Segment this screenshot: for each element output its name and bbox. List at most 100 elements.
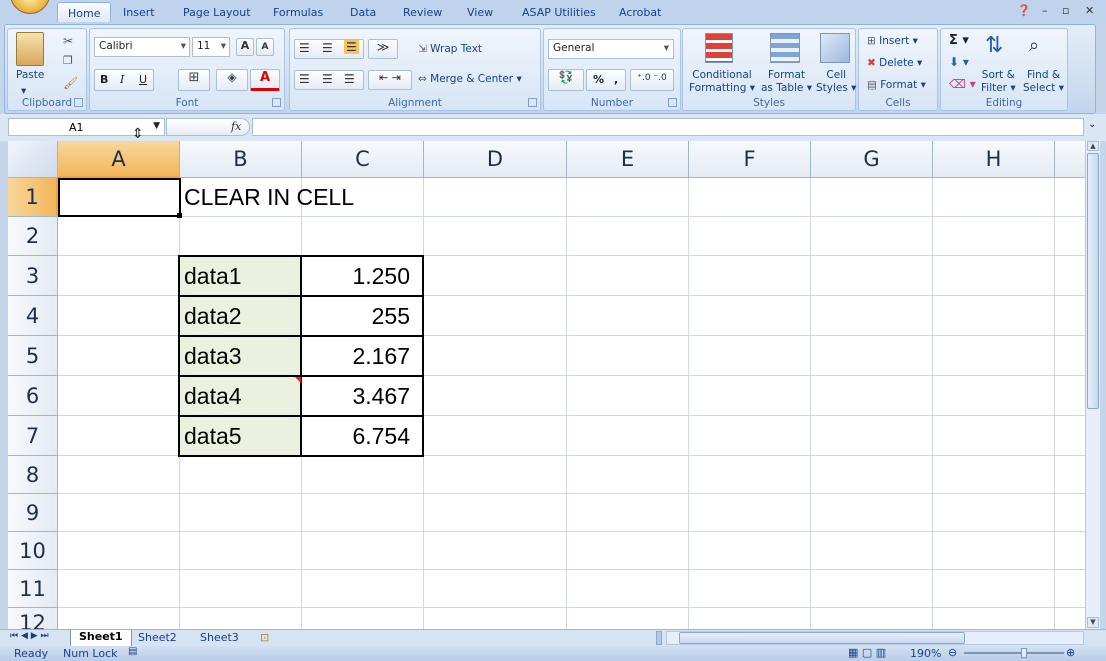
align-center-icon[interactable]: ☰ bbox=[322, 72, 333, 86]
zoom-out-icon[interactable]: ⊖ bbox=[948, 646, 957, 659]
tab-data[interactable]: Data bbox=[350, 6, 376, 19]
font-name-dropdown-icon[interactable]: ▾ bbox=[181, 40, 186, 52]
tab-view[interactable]: View bbox=[467, 6, 493, 19]
row-header-9[interactable]: 9 bbox=[8, 494, 58, 532]
autosum-icon[interactable]: Σ ▾ bbox=[949, 33, 969, 48]
zoom-in-icon[interactable]: ⊕ bbox=[1066, 646, 1075, 659]
insert-sheet-icon[interactable]: ⊡ bbox=[260, 631, 269, 644]
horizontal-scrollbar[interactable] bbox=[666, 631, 1084, 645]
tab-page-layout[interactable]: Page Layout bbox=[183, 6, 251, 19]
row-header-8[interactable]: 8 bbox=[8, 456, 58, 494]
name-box-dropdown-icon[interactable]: ▼ bbox=[153, 121, 160, 131]
row-header-10[interactable]: 10 bbox=[8, 532, 58, 570]
paste-button[interactable]: Paste bbox=[16, 69, 44, 81]
cell-b4[interactable]: data2 bbox=[178, 295, 302, 337]
find-select-button[interactable]: Find & Select ▾ bbox=[1023, 69, 1064, 95]
row-header-3[interactable]: 3 bbox=[8, 256, 58, 296]
merge-center-button[interactable]: ⇔ Merge & Center ▾ bbox=[418, 73, 522, 85]
column-header-partial[interactable] bbox=[1055, 141, 1085, 178]
sheet-tab-3[interactable]: Sheet3 bbox=[200, 631, 239, 644]
shrink-font-icon[interactable]: A bbox=[256, 38, 274, 56]
column-header-d[interactable]: D bbox=[424, 141, 567, 178]
copy-icon[interactable]: ❐ bbox=[63, 54, 73, 67]
align-bottom-icon[interactable]: ☰ bbox=[344, 40, 359, 54]
align-right-icon[interactable]: ☰ bbox=[344, 72, 355, 86]
active-cell-a1[interactable] bbox=[58, 178, 181, 217]
align-middle-icon[interactable]: ☰ bbox=[322, 41, 333, 55]
restore-icon[interactable]: ▫ bbox=[1062, 4, 1069, 17]
vertical-scroll-thumb[interactable] bbox=[1087, 153, 1099, 409]
spreadsheet-grid[interactable]: A B C D E F G H 1 2 3 4 5 6 7 8 9 10 11 … bbox=[8, 141, 1085, 629]
cell-c6[interactable]: 3.467 bbox=[300, 375, 424, 417]
cell-b6[interactable]: data4 bbox=[178, 375, 302, 417]
expand-formula-bar-icon[interactable]: ⌄ bbox=[1088, 119, 1096, 130]
vertical-scrollbar[interactable]: ▲ ▼ bbox=[1085, 141, 1100, 629]
format-cells-button[interactable]: ▤ Format ▾ bbox=[867, 79, 926, 91]
number-format-dropdown-icon[interactable]: ▾ bbox=[664, 42, 669, 54]
help-icon[interactable]: ❓ bbox=[1017, 4, 1031, 17]
row-header-12[interactable]: 12 bbox=[8, 608, 58, 629]
fill-handle[interactable] bbox=[177, 213, 182, 218]
column-header-a[interactable]: A bbox=[58, 141, 180, 178]
comma-button[interactable]: , bbox=[614, 73, 618, 86]
cut-icon[interactable]: ✂ bbox=[63, 34, 73, 48]
font-size-dropdown-icon[interactable]: ▾ bbox=[221, 40, 226, 52]
alignment-launcher-icon[interactable] bbox=[528, 98, 537, 107]
format-painter-icon[interactable]: 🖌 bbox=[63, 76, 78, 90]
font-size-combo[interactable]: 11 ▾ bbox=[192, 37, 230, 57]
macro-record-icon[interactable]: ▤ bbox=[128, 646, 137, 657]
font-name-combo[interactable]: Calibri ▾ bbox=[94, 37, 190, 57]
column-header-h[interactable]: H bbox=[933, 141, 1055, 178]
tab-home[interactable]: Home bbox=[57, 2, 112, 22]
minimize-icon[interactable]: – bbox=[1042, 4, 1048, 17]
cell-b1[interactable]: CLEAR IN CELL bbox=[184, 184, 354, 211]
align-top-icon[interactable]: ☰ bbox=[299, 41, 310, 55]
row-header-4[interactable]: 4 bbox=[8, 296, 58, 336]
zoom-slider-handle[interactable] bbox=[1021, 648, 1027, 658]
percent-button[interactable]: % bbox=[593, 73, 604, 86]
scroll-down-icon[interactable]: ▼ bbox=[1087, 617, 1099, 628]
cell-b3[interactable]: data1 bbox=[178, 255, 302, 297]
column-header-e[interactable]: E bbox=[567, 141, 689, 178]
fill-icon[interactable]: ⬇ ▾ bbox=[949, 55, 969, 69]
column-header-f[interactable]: F bbox=[689, 141, 811, 178]
sheet-tab-1[interactable]: Sheet1 bbox=[70, 630, 132, 647]
row-header-5[interactable]: 5 bbox=[8, 336, 58, 376]
bold-button[interactable]: B bbox=[100, 73, 108, 86]
row-header-2[interactable]: 2 bbox=[8, 217, 58, 256]
row-header-1[interactable]: 1 bbox=[8, 178, 58, 217]
number-format-combo[interactable]: General ▾ bbox=[548, 39, 674, 59]
cell-c4[interactable]: 255 bbox=[300, 295, 424, 337]
number-launcher-icon[interactable] bbox=[668, 98, 677, 107]
tab-insert[interactable]: Insert bbox=[123, 6, 155, 19]
comment-indicator-icon[interactable] bbox=[295, 377, 301, 383]
column-header-g[interactable]: G bbox=[811, 141, 933, 178]
wrap-text-button[interactable]: ⇲ Wrap Text bbox=[418, 43, 482, 55]
paste-icon[interactable] bbox=[16, 32, 44, 66]
borders-icon[interactable]: ⊞ bbox=[178, 69, 210, 91]
close-icon[interactable]: ✕ bbox=[1085, 4, 1094, 17]
tab-review[interactable]: Review bbox=[403, 6, 442, 19]
tab-formulas[interactable]: Formulas bbox=[273, 6, 323, 19]
delete-cells-button[interactable]: ✖ Delete ▾ bbox=[867, 57, 922, 69]
office-button[interactable] bbox=[10, 0, 50, 14]
sort-filter-button[interactable]: Sort & Filter ▾ bbox=[981, 69, 1016, 95]
cell-b5[interactable]: data3 bbox=[178, 335, 302, 377]
clear-icon[interactable]: ⌫ ▾ bbox=[949, 77, 976, 91]
view-buttons[interactable]: ▦ ▢ ▥ bbox=[848, 646, 886, 659]
tab-split-handle[interactable] bbox=[656, 631, 662, 645]
insert-function-button[interactable]: fx bbox=[231, 120, 241, 133]
orientation-icon[interactable]: ≫ bbox=[368, 39, 398, 59]
indent-buttons[interactable]: ⇤ ⇥ bbox=[368, 70, 412, 90]
decimal-buttons[interactable]: ⁺.0 ⁻.0 bbox=[630, 69, 674, 91]
column-header-c[interactable]: C bbox=[302, 141, 424, 178]
align-left-icon[interactable]: ☰ bbox=[299, 72, 310, 86]
select-all-button[interactable] bbox=[8, 141, 58, 178]
cell-b7[interactable]: data5 bbox=[178, 415, 302, 457]
grow-font-icon[interactable]: A bbox=[236, 38, 254, 56]
conditional-formatting-button[interactable]: Conditional Formatting ▾ bbox=[689, 69, 755, 95]
paste-dropdown-icon[interactable]: ▾ bbox=[21, 85, 26, 97]
insert-cells-button[interactable]: ⊞ Insert ▾ bbox=[867, 35, 918, 47]
fill-color-icon[interactable]: ◈ bbox=[216, 69, 248, 91]
accounting-format-icon[interactable]: 💱 bbox=[548, 69, 584, 91]
